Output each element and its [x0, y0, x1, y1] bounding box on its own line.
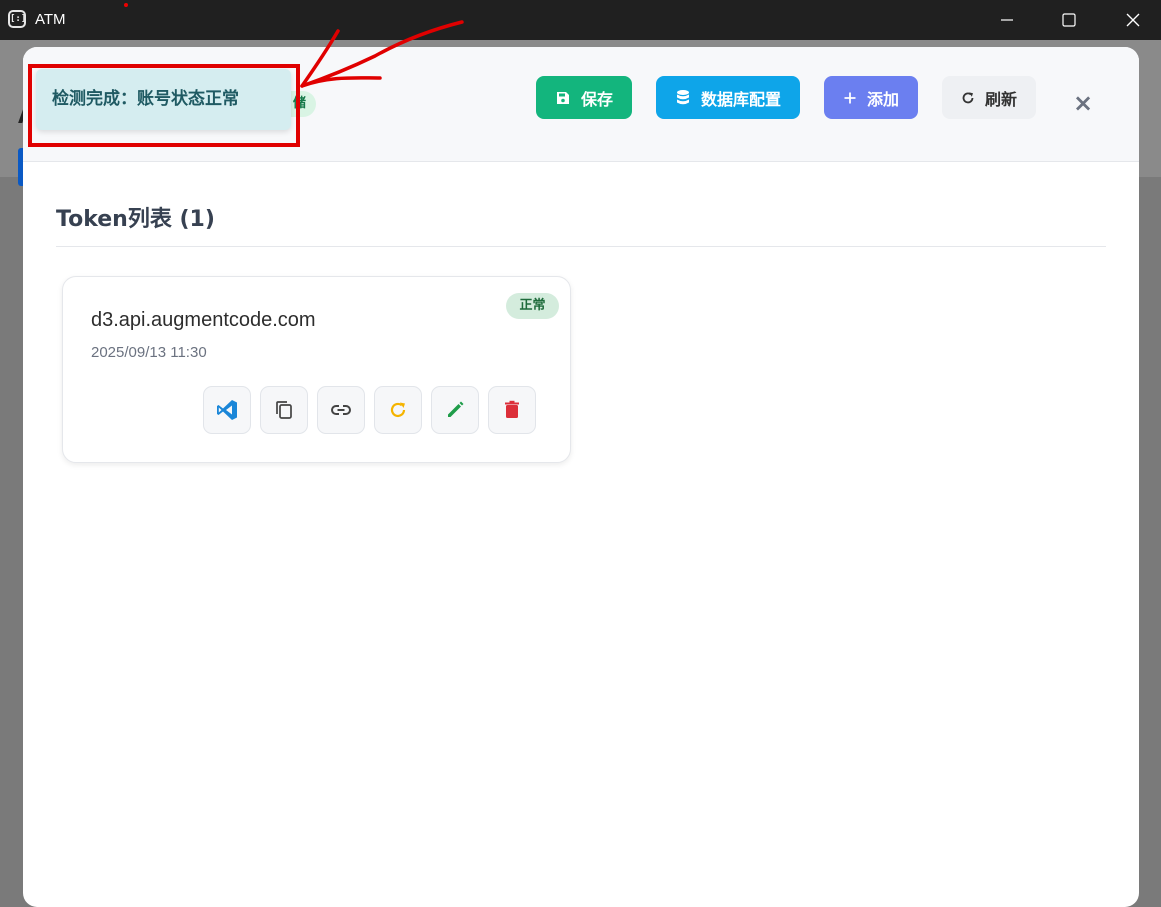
plus-icon — [844, 92, 856, 103]
save-label: 保存 — [580, 89, 613, 109]
close-icon — [1126, 13, 1140, 27]
token-domain: d3.api.augmentcode.com — [91, 309, 316, 331]
annotation-dot — [124, 3, 128, 7]
app-icon: [:] — [8, 10, 26, 28]
window-titlebar: [:] ATM — [0, 0, 1161, 40]
trash-icon — [505, 400, 519, 418]
refresh-label: 刷新 — [984, 89, 1017, 109]
annotation-highlight-box — [28, 64, 300, 147]
add-button[interactable]: 添加 — [824, 76, 918, 119]
token-modal: 储 保存 数据库配置 添加 刷新 × Token列表 (1) d3.api.au… — [23, 47, 1139, 907]
refresh-icon — [962, 91, 974, 103]
refresh-button[interactable]: 刷新 — [942, 76, 1036, 119]
vscode-icon — [217, 400, 237, 420]
token-list-title: Token列表 (1) — [56, 207, 215, 232]
maximize-icon — [1062, 13, 1076, 27]
link-icon — [331, 405, 351, 415]
status-badge: 正常 — [506, 293, 559, 319]
minimize-button[interactable] — [984, 0, 1030, 40]
pencil-icon — [448, 401, 464, 417]
window-title: ATM — [35, 11, 66, 28]
copy-icon — [276, 401, 292, 419]
maximize-button[interactable] — [1046, 0, 1092, 40]
copy-button[interactable] — [260, 386, 308, 434]
save-button[interactable]: 保存 — [536, 76, 632, 119]
refresh-token-button[interactable] — [374, 386, 422, 434]
divider — [56, 246, 1106, 247]
minimize-icon — [1001, 19, 1013, 21]
modal-close-button[interactable]: × — [1072, 91, 1094, 115]
open-in-vscode-button[interactable] — [203, 386, 251, 434]
refresh-icon — [390, 402, 406, 417]
add-label: 添加 — [866, 89, 899, 109]
database-icon — [676, 89, 689, 104]
token-actions — [203, 386, 536, 434]
edit-button[interactable] — [431, 386, 479, 434]
window-close-button[interactable] — [1110, 0, 1156, 40]
token-card: d3.api.augmentcode.com 2025/09/13 11:30 … — [62, 276, 571, 463]
annotation-arrow — [300, 20, 464, 88]
save-icon — [556, 91, 569, 104]
copy-link-button[interactable] — [317, 386, 365, 434]
delete-button[interactable] — [488, 386, 536, 434]
db-config-button[interactable]: 数据库配置 — [656, 76, 800, 119]
token-date: 2025/09/13 11:30 — [91, 344, 207, 361]
db-config-label: 数据库配置 — [700, 89, 781, 109]
